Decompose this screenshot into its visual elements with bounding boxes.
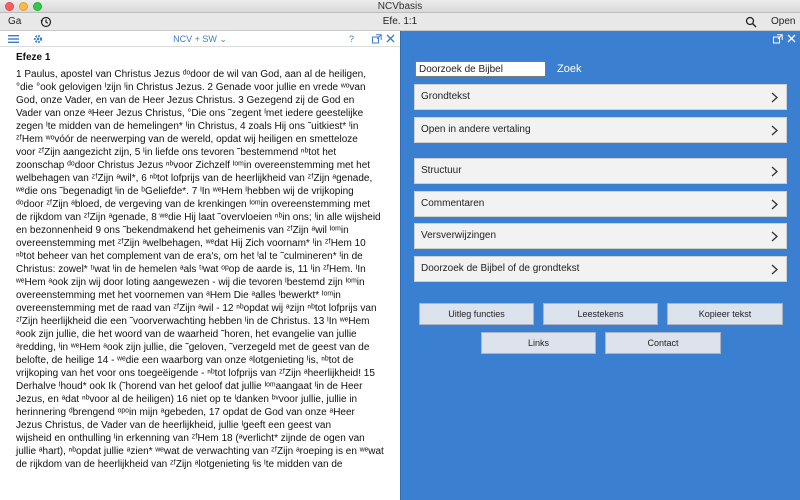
bible-text-area: Efeze 1 1 Paulus, apostel van Christus J… (16, 51, 388, 471)
window-titlebar: NCVbasis (0, 0, 800, 13)
chapter-title: Efeze 1 (16, 52, 51, 63)
chevron-right-icon (771, 199, 778, 210)
version-selector[interactable]: NCV + SW ⌄ (0, 31, 400, 47)
chevron-right-icon (771, 92, 778, 103)
leestekens-button[interactable]: Leestekens (543, 303, 658, 325)
row-versverwijzingen[interactable]: Versverwijzingen (414, 223, 787, 249)
tools-pane: Zoek Grondtekst Open in andere vertaling… (400, 31, 800, 500)
row-label: Versverwijzingen (421, 230, 497, 241)
chevron-right-icon (771, 231, 778, 242)
chevron-right-icon (771, 125, 778, 136)
links-button[interactable]: Links (481, 332, 596, 354)
window-title: NCVbasis (377, 1, 423, 12)
help-button[interactable]: ? (349, 31, 354, 47)
tools-pane-header (401, 31, 800, 45)
row-grondtekst[interactable]: Grondtekst (414, 84, 787, 110)
row-label: Grondtekst (421, 91, 470, 102)
detach-icon[interactable] (372, 34, 382, 44)
row-commentaren[interactable]: Commentaren (414, 191, 787, 217)
search-input[interactable] (415, 61, 546, 77)
uitleg-functies-button[interactable]: Uitleg functies (419, 303, 534, 325)
row-label: Open in andere vertaling (421, 124, 531, 135)
chevron-right-icon (771, 166, 778, 177)
verse-text: 1 Paulus, apostel van Christus Jezus ᵈᵒd… (16, 69, 384, 470)
chevron-right-icon (771, 264, 778, 275)
close-icon[interactable] (787, 34, 796, 43)
row-structuur[interactable]: Structuur (414, 158, 787, 184)
row-label: Structuur (421, 165, 462, 176)
chevron-down-icon: ⌄ (219, 34, 227, 44)
text-pane: NCV + SW ⌄ ? Efeze 1 1 Paulus, apostel v… (0, 31, 400, 500)
row-doorzoek-bijbel-grondtekst[interactable]: Doorzoek de Bijbel of de grondtekst (414, 256, 787, 282)
reference-label: Efe. 1:1 (382, 16, 418, 27)
text-pane-header: NCV + SW ⌄ ? (0, 31, 400, 47)
search-button[interactable]: Zoek (557, 61, 581, 77)
kopieer-tekst-button[interactable]: Kopieer tekst (667, 303, 783, 325)
toolbar: Ga Efe. 1:1 Open (0, 13, 800, 31)
row-open-in-andere-vertaling[interactable]: Open in andere vertaling (414, 117, 787, 143)
row-label: Doorzoek de Bijbel of de grondtekst (421, 263, 580, 274)
open-button[interactable]: Open (771, 13, 795, 31)
detach-icon[interactable] (773, 34, 783, 44)
close-icon[interactable] (386, 34, 395, 43)
row-label: Commentaren (421, 198, 485, 209)
search-icon[interactable] (745, 16, 757, 28)
contact-button[interactable]: Contact (605, 332, 721, 354)
version-label: NCV + SW (173, 34, 217, 44)
